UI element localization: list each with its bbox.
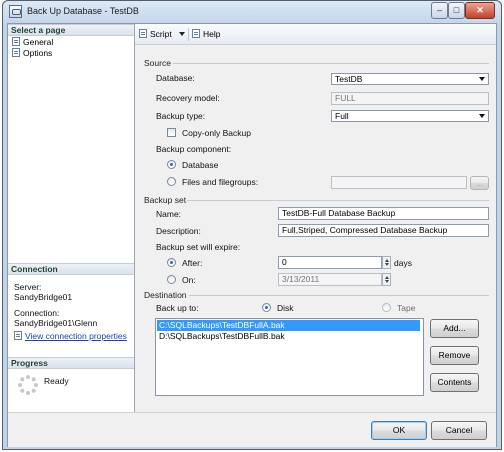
- back-up-to-label: Back up to:: [156, 303, 199, 313]
- expire-after-label: After:: [182, 258, 203, 268]
- progress-spinner-icon: [17, 374, 39, 396]
- destination-divider: [189, 295, 489, 296]
- files-filegroups-field: [331, 176, 467, 189]
- close-button[interactable]: ✕: [465, 2, 495, 19]
- backup-set-section-label: Backup set: [144, 195, 187, 205]
- help-icon: [192, 29, 200, 38]
- days-label: days: [394, 258, 412, 268]
- backup-type-select[interactable]: Full: [331, 110, 489, 122]
- backup-name-label: Name:: [156, 209, 182, 219]
- add-destination-button[interactable]: Add...: [430, 319, 479, 338]
- backup-component-label: Backup component:: [156, 144, 232, 154]
- backup-type-value: Full: [335, 111, 349, 121]
- expire-after-radio[interactable]: [167, 258, 176, 267]
- database-radio[interactable]: [167, 160, 176, 169]
- script-icon: [139, 29, 147, 38]
- tape-radio[interactable]: [382, 303, 391, 312]
- contents-button[interactable]: Contents: [430, 373, 479, 392]
- description-label: Description:: [156, 226, 201, 236]
- expire-label: Backup set will expire:: [156, 242, 241, 252]
- dialog-window: Back Up Database - TestDB – □ ✕ Select a…: [2, 0, 502, 450]
- page-item-label: Options: [23, 48, 53, 58]
- chevron-down-icon[interactable]: [179, 32, 186, 36]
- server-value: SandyBridge01: [14, 292, 73, 302]
- toolbar: Script Help: [135, 24, 496, 45]
- expire-on-label: On:: [182, 275, 196, 285]
- connection-header: Connection: [8, 263, 134, 275]
- database-select[interactable]: TestDB: [331, 73, 489, 85]
- window-title: Back Up Database - TestDB: [27, 6, 139, 16]
- toolbar-separator: [188, 28, 189, 41]
- help-label: Help: [203, 29, 221, 39]
- database-label: Database:: [156, 73, 195, 83]
- title-bar: Back Up Database - TestDB – □ ✕: [3, 1, 501, 23]
- left-pane: Select a page General Options Connection…: [8, 24, 135, 412]
- destination-section-label: Destination: [144, 290, 187, 300]
- source-divider: [173, 63, 489, 64]
- files-filegroups-label: Files and filegroups:: [182, 177, 259, 187]
- recovery-model-label: Recovery model:: [156, 93, 220, 103]
- backup-name-input[interactable]: TestDB-Full Database Backup: [278, 207, 489, 220]
- copy-only-checkbox[interactable]: [167, 128, 176, 137]
- disk-label: Disk: [277, 303, 294, 313]
- files-filegroups-radio[interactable]: [167, 177, 176, 186]
- backup-set-divider: [187, 200, 489, 201]
- right-pane: Script Help Source Database: TestDB Reco…: [135, 24, 496, 412]
- source-section-label: Source: [144, 58, 171, 68]
- page-item-label: General: [23, 37, 54, 47]
- disk-radio[interactable]: [262, 303, 271, 312]
- destination-file-list[interactable]: C:\SQLBackups\TestDBFullA.bak D:\SQLBack…: [155, 318, 424, 396]
- properties-icon: [14, 331, 22, 340]
- tape-label: Tape: [397, 303, 416, 313]
- chevron-down-icon: [479, 77, 485, 81]
- dialog-client-area: Select a page General Options Connection…: [7, 23, 497, 447]
- expire-on-radio[interactable]: [167, 275, 176, 284]
- page-item-general[interactable]: General: [12, 37, 53, 48]
- chevron-down-icon: [479, 114, 485, 118]
- cancel-button[interactable]: Cancel: [431, 421, 487, 440]
- date-picker-dropdown[interactable]: [382, 273, 391, 286]
- database-radio-label: Database: [182, 160, 219, 170]
- days-spinner[interactable]: [382, 256, 391, 269]
- view-connection-link[interactable]: View connection properties: [25, 331, 127, 341]
- ok-button[interactable]: OK: [371, 421, 427, 440]
- progress-status: Ready: [44, 376, 69, 386]
- list-item[interactable]: C:\SQLBackups\TestDBFullA.bak: [157, 320, 420, 331]
- expire-on-date-field[interactable]: 3/13/2011: [278, 273, 382, 286]
- page-icon: [12, 37, 20, 46]
- description-input[interactable]: Full,Striped, Compressed Database Backup: [278, 224, 489, 237]
- page-item-options[interactable]: Options: [12, 48, 52, 59]
- expire-days-input[interactable]: 0: [278, 256, 382, 269]
- recovery-model-field: FULL: [331, 92, 489, 105]
- select-page-header: Select a page: [8, 24, 134, 36]
- browse-files-button[interactable]: ...: [470, 176, 489, 190]
- script-button[interactable]: Script: [139, 28, 186, 40]
- page-icon: [12, 48, 20, 57]
- list-item[interactable]: D:\SQLBackups\TestDBFullB.bak: [157, 331, 420, 342]
- copy-only-label: Copy-only Backup: [182, 128, 251, 138]
- maximize-button[interactable]: □: [448, 2, 465, 19]
- connection-value: SandyBridge01\Glenn: [14, 318, 98, 328]
- backup-type-label: Backup type:: [156, 111, 206, 121]
- database-select-value: TestDB: [335, 74, 363, 84]
- remove-destination-button[interactable]: Remove: [430, 346, 479, 365]
- server-label: Server:: [14, 282, 42, 292]
- database-backup-icon: [9, 5, 22, 18]
- connection-label: Connection:: [14, 308, 60, 318]
- view-connection-properties[interactable]: View connection properties: [14, 331, 127, 341]
- progress-header: Progress: [8, 357, 134, 369]
- script-label: Script: [150, 29, 172, 39]
- dialog-footer: OK Cancel: [8, 412, 496, 447]
- help-button[interactable]: Help: [192, 28, 220, 40]
- minimize-button[interactable]: –: [431, 2, 448, 19]
